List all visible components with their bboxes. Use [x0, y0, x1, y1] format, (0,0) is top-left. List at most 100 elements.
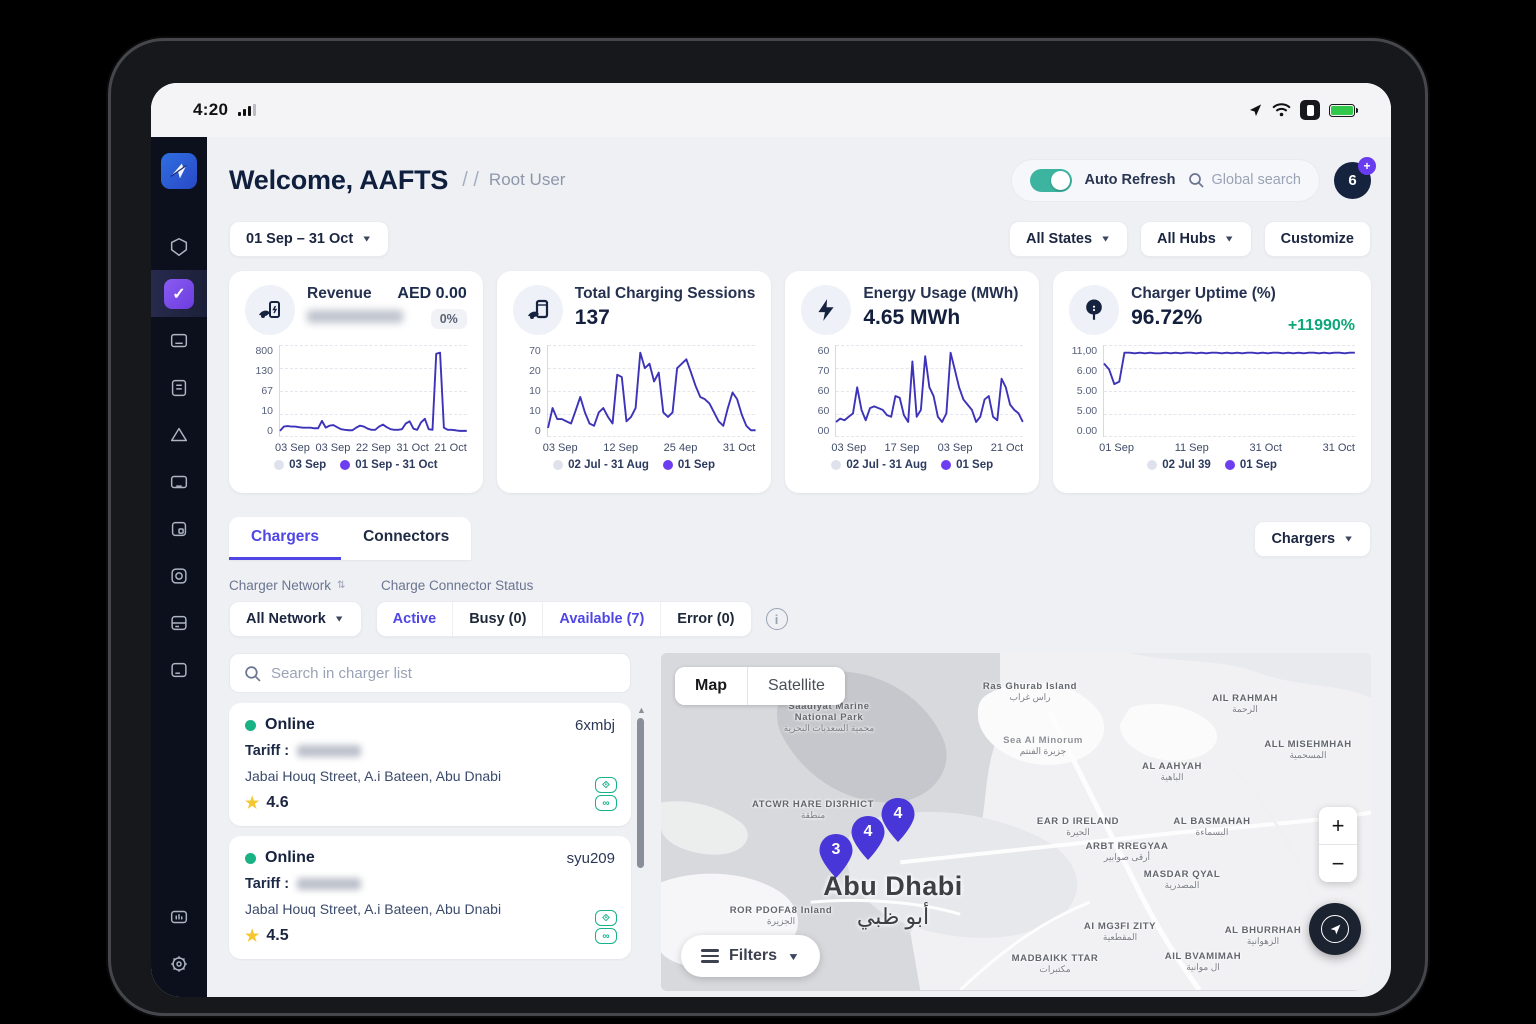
map-button[interactable]: Map [675, 667, 747, 705]
star-icon: ★ [245, 928, 260, 945]
segment-busy[interactable]: Busy (0) [453, 602, 544, 636]
all-states-button[interactable]: All States ▼ [1008, 221, 1128, 257]
chevron-down-icon: ▼ [1100, 234, 1111, 244]
map-place-label: AL BASMAHAH البسماءة [1173, 816, 1251, 837]
scrollbar-thumb[interactable] [637, 718, 644, 868]
connector-type-icon: ⟐ [595, 777, 617, 793]
charger-address: Jabal Houq Street, A.i Bateen, Abu Dnabi [245, 901, 502, 917]
info-icon[interactable]: i [765, 608, 788, 630]
chevron-down-icon: ▼ [333, 614, 345, 624]
map-place-label: ALL MISEHMHAH المسحمية [1264, 739, 1352, 760]
customize-button[interactable]: Customize [1263, 221, 1371, 257]
date-range-button[interactable]: 01 Sep – 31 Oct ▼ [229, 221, 390, 257]
y-axis: 70 20 10 10 0 [529, 345, 541, 437]
global-search[interactable]: Global search [1188, 172, 1301, 188]
map-place-label: AIL RAHMAH الرحمة [1212, 693, 1278, 714]
charger-address: Jabai Houq Street, A.i Bateen, Abu Dnabi [245, 768, 502, 784]
notification-count: 6 [1348, 171, 1357, 189]
kpi-card-revenue: Revenue AED 0.00 0% 800 130 67 10 0 03 S… [229, 271, 483, 493]
kpi-title: Revenue [307, 285, 372, 302]
kpi-title: Total Charging Sessions [574, 285, 756, 302]
kpi-title: Energy Usage (MWh) [863, 285, 1019, 302]
map-place-label: MASDAR QYAL المصدرية [1143, 869, 1221, 890]
connector-icons: ⟐ ∞ [595, 777, 617, 811]
map-place-label: AL BHURRHAH الزهوانية [1224, 925, 1302, 946]
sparkline-plot [835, 345, 1023, 438]
map-filters-label: Filters [729, 947, 778, 964]
charger-search-input[interactable]: Search in charger list [229, 653, 631, 693]
charger-list-item[interactable]: Online 6xmbj Tariff : Jabai Houq Street,… [229, 703, 631, 826]
map-place-label: AIL BVAMIMAH ال موانية [1164, 951, 1242, 972]
auto-refresh-label: Auto Refresh [1084, 172, 1176, 188]
auto-refresh-toggle[interactable] [1030, 168, 1073, 192]
tab-chargers[interactable]: Chargers [229, 517, 342, 560]
x-axis: 03 Sep 17 Sep 03 Sep 21 Oct [831, 442, 1024, 454]
map-cluster-pin[interactable]: 4 [850, 815, 886, 861]
chargers-dropdown[interactable]: Chargers ▼ [1254, 520, 1371, 557]
chevron-down-icon: ▼ [1223, 234, 1235, 244]
filter-lines-icon [701, 949, 719, 963]
map-filters-button[interactable]: Filters ▼ [681, 935, 820, 977]
map-place-label: ARBT RREGYAA أرقى صوابير [1085, 841, 1169, 862]
tabs: Chargers Connectors [229, 517, 472, 560]
charger-code: 6xmbj [574, 716, 615, 734]
map-place-label: MADBAIKK TTAR مكتبرات [1011, 953, 1099, 974]
connector-type-icon: ∞ [595, 795, 617, 811]
date-range-label: 01 Sep – 31 Oct [246, 231, 354, 247]
tab-connectors[interactable]: Connectors [341, 517, 471, 560]
search-icon [1188, 173, 1204, 188]
kpi-card-energy: Energy Usage (MWh) 4.65 MWh 60 70 60 60 00 [785, 271, 1040, 493]
city-label: Abu Dhabi أبو ظبي [823, 871, 963, 929]
scroll-up-icon[interactable]: ▲ [637, 705, 646, 715]
sidebar-item-box[interactable] [151, 505, 207, 552]
chevron-down-icon: ▼ [787, 950, 800, 962]
sparkline-plot [546, 345, 756, 438]
header-pill: Auto Refresh Global search [1011, 158, 1320, 202]
sidebar-item-settings[interactable] [151, 940, 207, 987]
sidebar-item-list[interactable] [151, 599, 207, 646]
blurred-revenue-value [307, 310, 403, 323]
charger-rating: 4.5 [266, 927, 289, 944]
app-logo[interactable] [161, 153, 197, 189]
segment-available[interactable]: Available (7) [543, 602, 662, 636]
charger-list-item[interactable]: Online syu209 Tariff : Jabal Houq Street… [229, 836, 631, 959]
x-axis: 01 Sep 11 Sep 31 Oct 31 Oct [1099, 442, 1355, 454]
charger-network-label: Charger Network [229, 578, 332, 593]
all-network-dropdown[interactable]: All Network ▼ [229, 601, 362, 637]
sidebar-item-analytics[interactable] [151, 893, 207, 940]
connector-type-icon: ∞ [595, 928, 617, 944]
charger-search-placeholder: Search in charger list [271, 664, 412, 682]
sidebar-item-monitor[interactable] [151, 317, 207, 364]
list-scrollbar[interactable]: ▲ [637, 705, 646, 991]
sidebar-item-sessions[interactable] [151, 552, 207, 599]
kpi-card-sessions: Total Charging Sessions 137 70 20 10 10 0 [496, 271, 772, 493]
wifi-icon [1272, 103, 1291, 117]
sidebar: ✓ [151, 137, 207, 997]
sidebar-item-alerts[interactable] [151, 411, 207, 458]
map-place-label: Ras Ghurab Island راس غراب [982, 681, 1078, 702]
chargers-dropdown-label: Chargers [1271, 530, 1336, 547]
charger-plug-icon [1069, 285, 1120, 335]
segment-active[interactable]: Active [377, 602, 454, 636]
sidebar-item-dashboard-active[interactable]: ✓ [151, 270, 207, 317]
all-hubs-button[interactable]: All Hubs ▼ [1139, 221, 1252, 257]
sidebar-item-reports[interactable] [151, 364, 207, 411]
sidebar-item-home[interactable] [151, 223, 207, 270]
map[interactable]: Ras Ghurab Island راس غراب Saadiyat Marin… [661, 653, 1371, 991]
satellite-button[interactable]: Satellite [748, 667, 845, 705]
sidebar-item-tablet[interactable] [151, 458, 207, 505]
map-type-control: Map Satellite [675, 667, 845, 705]
y-axis: 60 70 60 60 00 [817, 345, 830, 437]
zoom-in-button[interactable]: + [1319, 807, 1357, 844]
map-cluster-pin[interactable]: 3 [818, 833, 854, 879]
charger-list-panel: Search in charger list Online 6xmbj Tari… [229, 653, 646, 991]
segment-error[interactable]: Error (0) [661, 602, 750, 636]
legend: 02 Jul 39 01 Sep [1069, 459, 1355, 471]
legend: 02 Jul - 31 Aug 01 Sep [513, 459, 756, 471]
notifications-avatar[interactable]: 6 + [1334, 156, 1376, 199]
check-icon: ✓ [164, 278, 194, 309]
zoom-out-button[interactable]: − [1319, 845, 1357, 882]
locate-me-button[interactable] [1309, 903, 1361, 955]
sidebar-item-terminal[interactable] [151, 646, 207, 693]
map-place-label: Sea Al Minorum جزيرة الفنتم [1003, 735, 1083, 756]
